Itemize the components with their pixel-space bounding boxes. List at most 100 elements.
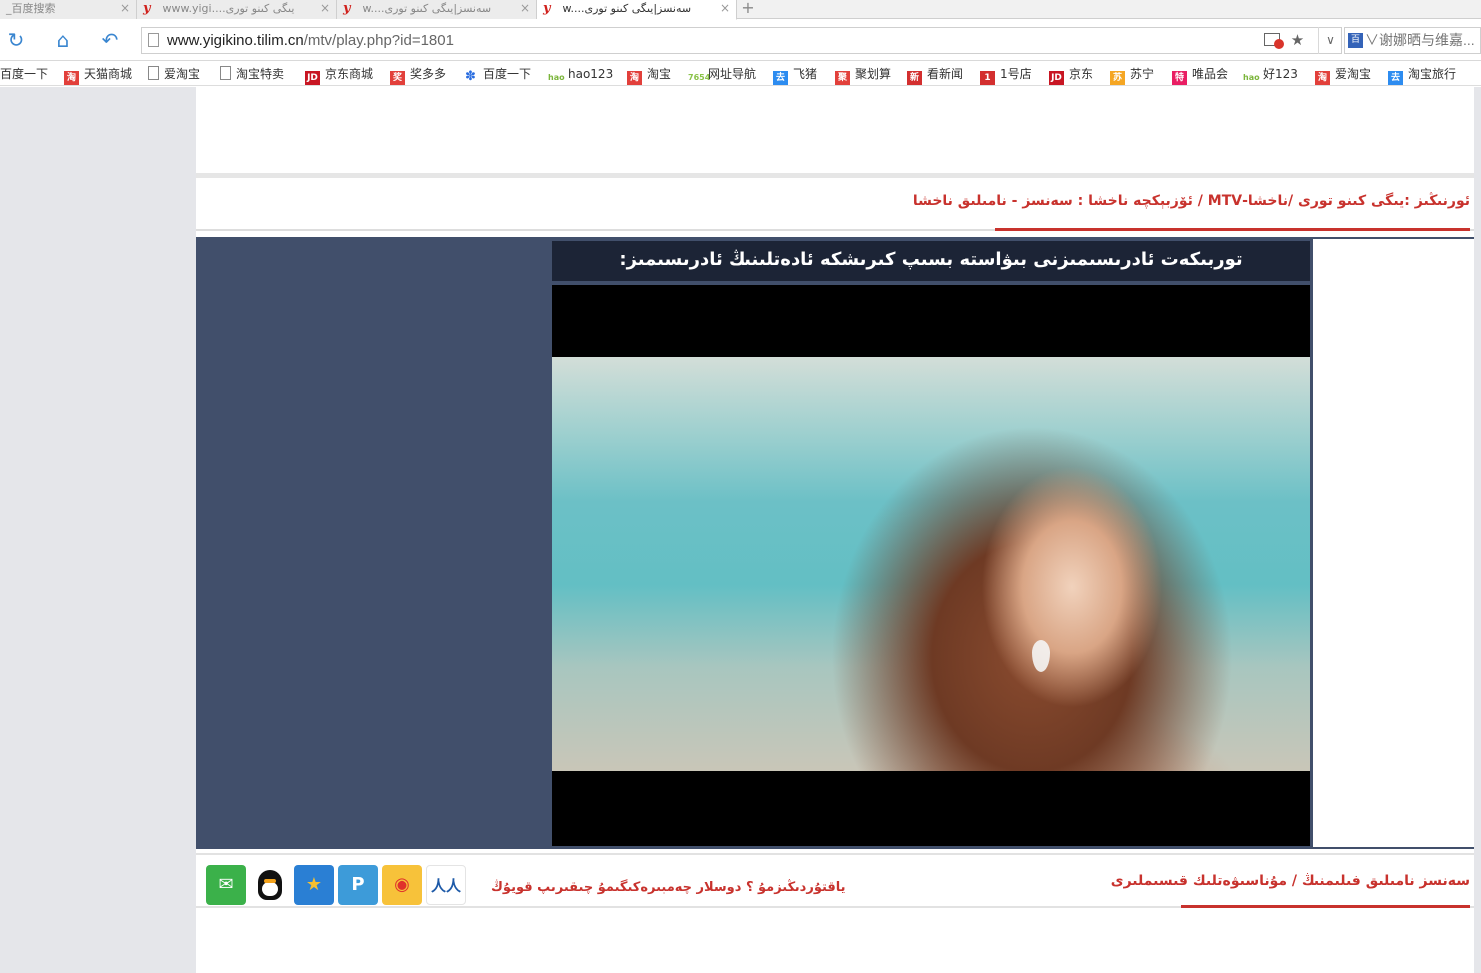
bookmark-icon: 聚	[835, 71, 850, 85]
bookmark-item[interactable]: 奖奖多多	[390, 65, 447, 85]
bookmark-label: 爱淘宝	[164, 67, 201, 81]
bookmark-icon: hao	[1243, 73, 1260, 82]
player-header: توربىكەت ئادرىسىمىزنى بىۋاستە بسىپ كىرىش…	[552, 241, 1310, 308]
bookmark-label: 苏宁	[1130, 67, 1155, 81]
bookmark-icon: 淘	[64, 71, 79, 85]
bookmark-item[interactable]: 淘天猫商城	[64, 65, 132, 85]
bookmark-item[interactable]: 1 1号店	[980, 65, 1032, 85]
bookmark-item[interactable]: 爱淘宝	[148, 65, 200, 83]
bookmark-item[interactable]: 去飞猪	[773, 65, 818, 85]
close-icon[interactable]: ×	[520, 1, 530, 16]
yigikino-icon: y	[543, 1, 551, 16]
related-title[interactable]: سەنسز نامىلىق فىلىمنىڭ / مۇناسىۋەتلىك قى…	[1111, 873, 1470, 889]
bookmark-item[interactable]: 去淘宝旅行	[1388, 65, 1457, 85]
bookmark-item[interactable]: 淘爱淘宝	[1315, 65, 1372, 85]
bookmark-item[interactable]: hao hao123	[548, 65, 613, 83]
bookmark-icon: 淘	[627, 71, 642, 85]
close-icon[interactable]: ×	[320, 1, 330, 16]
bookmark-item[interactable]: JD 京东商城	[305, 65, 374, 85]
yigikino-icon: y	[343, 1, 351, 16]
search-box[interactable]: 百	[1344, 27, 1481, 54]
bookmark-icon: JD	[305, 71, 320, 85]
breadcrumb: ئورنىڭىز :يىگى كىنو تورى /ناخشا-MTV / ئۆ…	[196, 178, 1474, 231]
search-input[interactable]	[1365, 32, 1480, 48]
sina-weibo-icon[interactable]: ◉	[382, 865, 422, 905]
bookmark-item[interactable]: 百度一下	[0, 65, 48, 83]
url-text[interactable]: www.yigikino.tilim.cn/mtv/play.php?id=18…	[167, 32, 454, 49]
page-icon	[148, 33, 159, 47]
url-host: www.yigikino.tilim.cn	[167, 32, 304, 49]
bookmark-icon	[148, 66, 159, 80]
bookmark-label: 京东商城	[325, 67, 374, 81]
bookmark-item[interactable]: 淘宝特卖	[220, 65, 284, 83]
bookmark-item[interactable]: ✽ 百度一下	[463, 65, 532, 84]
wechat-icon[interactable]: ✉	[206, 865, 246, 905]
bookmark-icon: 7654	[688, 73, 711, 82]
page-right-margin	[1474, 87, 1481, 973]
renren-icon[interactable]: 人人	[426, 865, 466, 905]
tab-yigikino-active[interactable]: y w....سەنسز|يىگى كىنو تورى ×	[537, 0, 737, 20]
refresh-icon[interactable]: ↻	[4, 29, 28, 53]
bookmark-item[interactable]: JD 京东	[1049, 65, 1093, 85]
bookmark-icon: 特	[1172, 71, 1187, 85]
bookmarks-bar: 百度一下淘天猫商城 爱淘宝 淘宝特卖 JD 京东商城奖奖多多 ✽ 百度一下 hao hao123…	[0, 62, 1481, 86]
related-underline	[1181, 905, 1470, 908]
video-frame	[552, 357, 1310, 771]
bookmark-label: 爱淘宝	[1335, 67, 1372, 81]
bookmark-icon: 去	[773, 71, 788, 85]
tab-baidu-search[interactable]: _百度搜索 ×	[0, 0, 137, 19]
bookmark-item[interactable]: 7654网址导航	[688, 65, 756, 83]
bookmark-label: 百度一下	[483, 67, 532, 81]
bookmark-item[interactable]: 聚聚划算	[835, 65, 892, 85]
bookmark-label: 好123	[1263, 67, 1298, 81]
bookmark-item[interactable]: 新看新闻	[907, 65, 963, 85]
bookmark-item[interactable]: 淘淘宝	[627, 65, 672, 85]
video-earring	[1032, 640, 1050, 672]
close-icon[interactable]: ×	[120, 1, 130, 16]
back-icon[interactable]: ↶	[98, 29, 122, 53]
bookmark-item[interactable]: 苏苏宁	[1110, 65, 1155, 85]
bookmark-icon: 去	[1388, 71, 1403, 85]
bookmark-icon: 1	[980, 71, 995, 85]
navigation-bar: ↻ ⌂ ↶ www.yigikino.tilim.cn/mtv/play.php…	[0, 20, 1481, 61]
bookmark-item[interactable]: 特唯品会	[1172, 65, 1229, 85]
video-player[interactable]	[552, 285, 1310, 846]
qzone-icon[interactable]: ★	[294, 865, 334, 905]
notification-icon[interactable]	[1264, 33, 1284, 49]
yigikino-icon: y	[143, 1, 151, 16]
bookmark-label: 网址导航	[708, 67, 757, 81]
bookmark-icon: 苏	[1110, 71, 1125, 85]
bookmark-icon: ✽	[465, 69, 476, 84]
search-engine-icon[interactable]: 百	[1348, 33, 1363, 48]
new-tab-button[interactable]: +	[740, 0, 756, 18]
breadcrumb-underline	[995, 228, 1470, 231]
page-left-margin	[0, 87, 196, 973]
tab-yigikino-1[interactable]: y www.yigi....يىگى كىنو تورى ×	[137, 0, 337, 19]
share-question: ياقتۇردىڭىزمۇ ؟ دوسلار چەمبىرەكىگىمۇ چىق…	[491, 880, 846, 895]
bookmark-label: 唯品会	[1192, 67, 1229, 81]
bookmark-icon: 新	[907, 71, 922, 85]
tab-label: _百度搜索	[6, 2, 56, 15]
bookmark-label: 淘宝特卖	[236, 67, 285, 81]
qq-icon[interactable]	[250, 865, 290, 905]
bookmark-label: 淘宝旅行	[1408, 67, 1457, 81]
close-icon[interactable]: ×	[720, 1, 730, 16]
bookmark-label: 淘宝	[647, 67, 672, 81]
bookmark-item[interactable]: hao 好123	[1243, 65, 1298, 83]
bookmark-label: 聚划算	[855, 67, 892, 81]
address-bar[interactable]: www.yigikino.tilim.cn/mtv/play.php?id=18…	[141, 27, 1342, 54]
tab-bar: _百度搜索 × y www.yigi....يىگى كىنو تورى × y…	[0, 0, 1481, 20]
breadcrumb-text[interactable]: ئورنىڭىز :يىگى كىنو تورى /ناخشا-MTV / ئۆ…	[913, 193, 1470, 209]
bookmark-icon	[220, 66, 231, 80]
home-icon[interactable]: ⌂	[51, 29, 75, 53]
tab-label: w....سەنسز|يىگى كىنو تورى	[362, 2, 492, 15]
bookmark-label: 奖多多	[410, 67, 447, 81]
bookmark-label: 飞猪	[793, 67, 818, 81]
url-dropdown-button[interactable]: ∨	[1318, 27, 1342, 54]
tab-yigikino-2[interactable]: y w....سەنسز|يىگى كىنو تورى ×	[337, 0, 537, 19]
tencent-weibo-icon[interactable]: P	[338, 865, 378, 905]
star-icon[interactable]: ★	[1291, 31, 1304, 49]
bookmark-icon: 淘	[1315, 71, 1330, 85]
bookmark-label: hao123	[568, 67, 614, 81]
tab-label: w....سەنسز|يىگى كىنو تورى	[562, 2, 692, 15]
